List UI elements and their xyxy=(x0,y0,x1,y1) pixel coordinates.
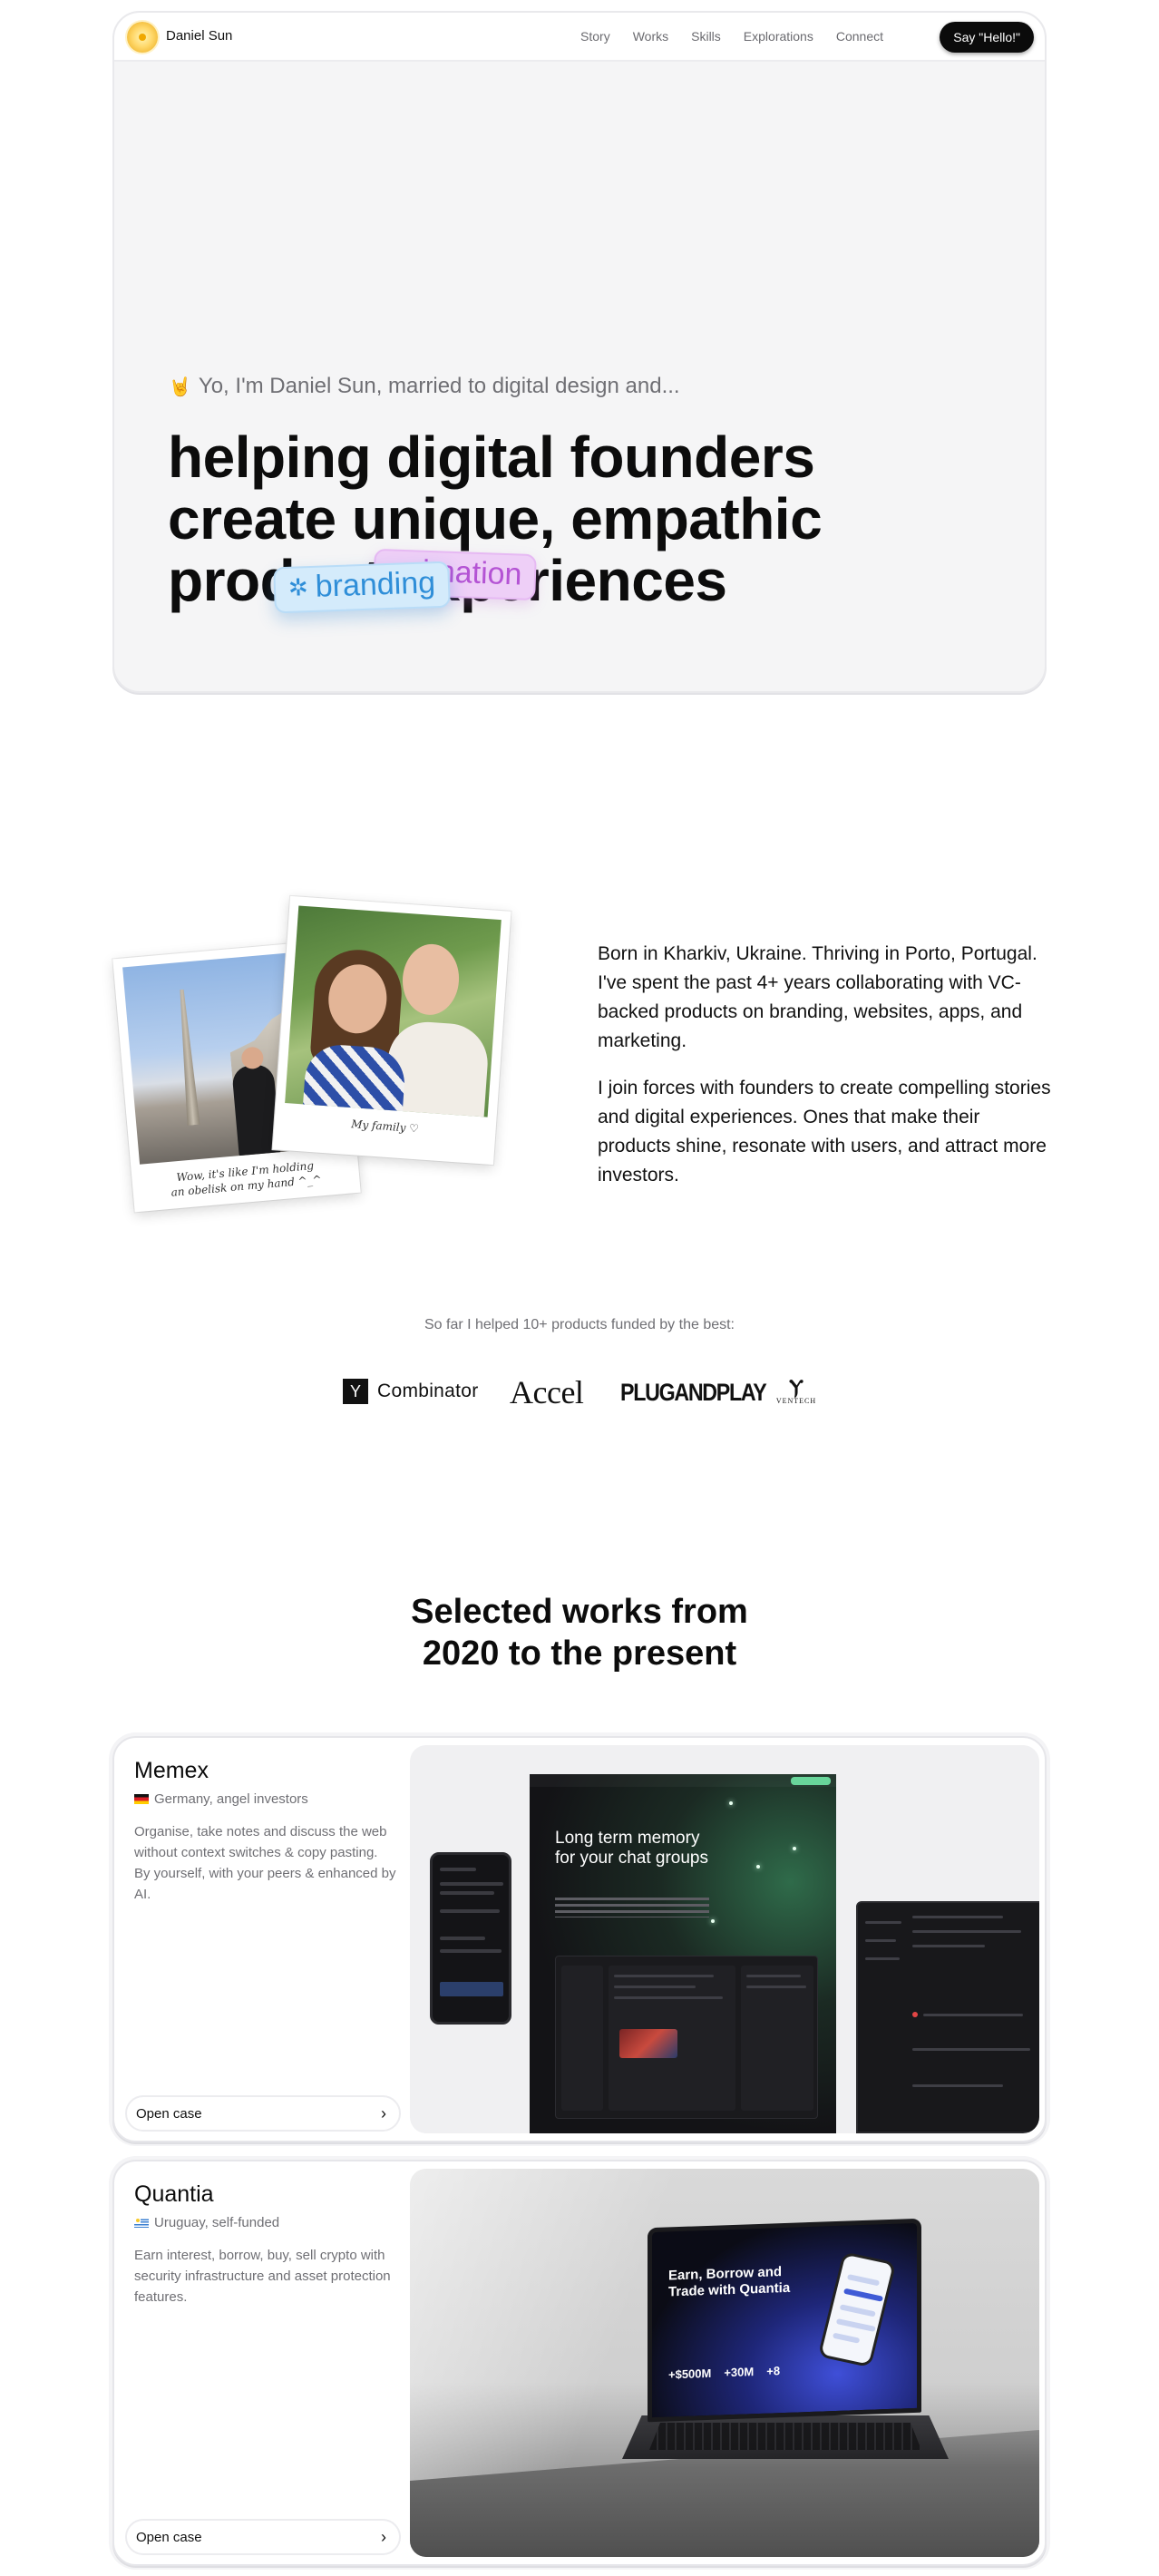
stat-users: +30M xyxy=(724,2365,755,2380)
ventech-mark: Ⲩ xyxy=(789,1375,804,1398)
works-title-line-1: Selected works from xyxy=(411,1593,748,1631)
nav-link-skills[interactable]: Skills xyxy=(691,29,721,44)
sun-logo-icon[interactable] xyxy=(127,22,158,53)
family-photo-caption: My family ♡ xyxy=(350,1117,420,1136)
stat-count: +8 xyxy=(766,2364,781,2378)
nav-link-explorations[interactable]: Explorations xyxy=(744,29,813,44)
works-title-line-2: 2020 to the present xyxy=(422,1634,737,1673)
chevron-right-icon: › xyxy=(381,2528,386,2546)
nav-links: Story Works Skills Explorations Connect xyxy=(580,29,883,44)
memex-preview-image[interactable]: Long term memory for your chat groups xyxy=(410,1745,1039,2133)
sparkle-icon: ✲ xyxy=(287,573,309,601)
quantia-preview-headline: Earn, Borrow and Trade with Quantia xyxy=(668,2264,791,2300)
laptop-keyboard xyxy=(649,2423,921,2450)
quantia-preview-image[interactable]: Earn, Borrow and Trade with Quantia +$50… xyxy=(410,2169,1039,2557)
work-card-quantia: Quantia Uruguay, self-funded Earn intere… xyxy=(112,2160,1047,2566)
nav-link-works[interactable]: Works xyxy=(633,29,668,44)
work-meta-text: Uruguay, self-funded xyxy=(154,2215,280,2230)
ventech-logo: Ⲩ VENTECH xyxy=(773,1375,820,1406)
hero-card: Daniel Sun Story Works Skills Exploratio… xyxy=(112,11,1047,693)
top-nav: Daniel Sun Story Works Skills Exploratio… xyxy=(114,13,1045,62)
yc-mark: Y xyxy=(343,1379,368,1404)
laptop-screen: Earn, Borrow and Trade with Quantia +$50… xyxy=(648,2218,921,2423)
plug-and-play-logo: PLUGANDPLAY xyxy=(620,1379,767,1406)
work-meta: Germany, angel investors xyxy=(134,1791,308,1807)
brand-name[interactable]: Daniel Sun xyxy=(166,28,232,44)
work-description: Organise, take notes and discuss the web… xyxy=(134,1824,396,1902)
open-case-label: Open case xyxy=(136,2529,202,2545)
stat-volume: +$500M xyxy=(668,2366,712,2382)
ventech-wordmark: VENTECH xyxy=(775,1397,817,1405)
open-case-button-memex[interactable]: Open case › xyxy=(125,2095,401,2132)
headline-line-1: helping digital founders xyxy=(168,424,815,490)
work-name: Memex xyxy=(134,1758,209,1783)
works-section-title: Selected works from 2020 to the present xyxy=(0,1591,1159,1674)
hero-intro-text: Yo, I'm Daniel Sun, married to digital d… xyxy=(198,374,680,398)
funded-by-line: So far I helped 10+ products funded by t… xyxy=(424,1317,735,1332)
headline-line-2: create unique, empathic xyxy=(168,486,823,551)
polaroid-family: My family ♡ xyxy=(272,895,511,1166)
open-case-label: Open case xyxy=(136,2105,202,2122)
nav-link-connect[interactable]: Connect xyxy=(836,29,883,44)
work-card-memex: Memex Germany, angel investors Organise,… xyxy=(112,1736,1047,2142)
chevron-right-icon: › xyxy=(381,2104,386,2122)
rock-hand-icon: 🤘 xyxy=(169,376,191,397)
work-meta: Uruguay, self-funded xyxy=(134,2215,279,2230)
memex-phone-mockup xyxy=(430,1852,511,2025)
family-photo xyxy=(285,905,502,1117)
work-name: Quantia xyxy=(134,2181,214,2207)
investor-logos: Y Combinator Accel PLUGANDPLAY Ⲩ VENTECH xyxy=(0,1371,1159,1417)
branding-chip: ✲ branding xyxy=(273,561,451,614)
open-case-button-quantia[interactable]: Open case › xyxy=(125,2519,401,2555)
memex-sidebar-mockup xyxy=(856,1901,1039,2133)
work-meta-text: Germany, angel investors xyxy=(154,1791,308,1807)
accel-logo: Accel xyxy=(510,1374,584,1410)
yc-wordmark: Combinator xyxy=(377,1381,479,1401)
memex-desktop-mockup: Long term memory for your chat groups xyxy=(530,1774,836,2133)
about-paragraph-1: Born in Kharkiv, Ukraine. Thriving in Po… xyxy=(598,943,1037,1051)
germany-flag-icon xyxy=(134,1794,149,1804)
about-paragraph-2: I join forces with founders to create co… xyxy=(598,1078,1051,1186)
nav-link-story[interactable]: Story xyxy=(580,29,610,44)
work-description: Earn interest, borrow, buy, sell crypto … xyxy=(134,2248,391,2305)
say-hello-button[interactable]: Say "Hello!" xyxy=(940,22,1034,53)
about-text: Born in Kharkiv, Ukraine. Thriving in Po… xyxy=(598,940,1051,1190)
y-combinator-logo: Y Combinator xyxy=(343,1379,479,1404)
uruguay-flag-icon xyxy=(134,2218,149,2228)
memex-preview-headline: Long term memory for your chat groups xyxy=(555,1829,708,1868)
branding-chip-label: branding xyxy=(315,565,436,604)
rome-photo-caption: Wow, it's like I'm holding an obelisk on… xyxy=(141,1156,351,1203)
hero-intro: 🤘 Yo, I'm Daniel Sun, married to digital… xyxy=(169,374,680,399)
